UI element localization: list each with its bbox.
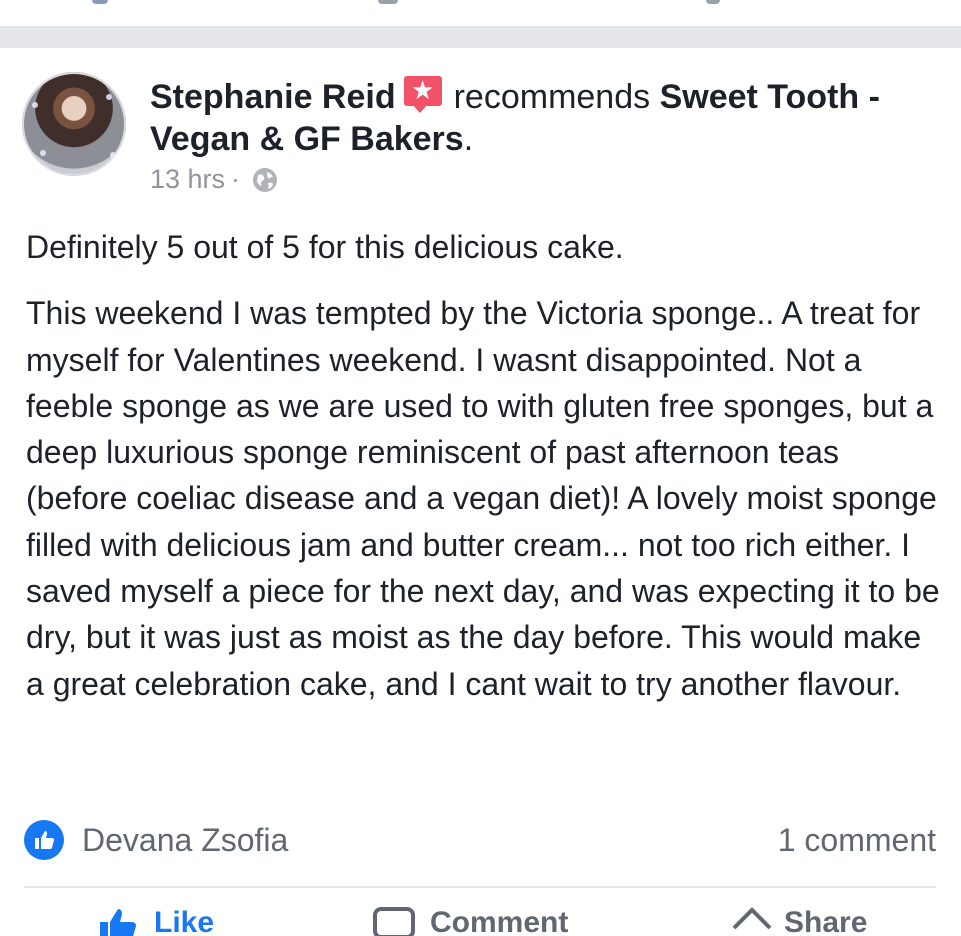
thumbs-up-icon <box>100 909 136 936</box>
post-header: Stephanie Reid ★ recommends Sweet Tooth - … <box>150 76 880 158</box>
recommend-badge-icon: ★ <box>403 76 442 113</box>
post-body: Definitely 5 out of 5 for this delicious… <box>26 224 946 707</box>
post-meta: 13 hrs · <box>150 164 278 195</box>
author-name[interactable]: Stephanie Reid <box>150 78 396 116</box>
post-paragraph: Definitely 5 out of 5 for this delicious… <box>26 229 624 265</box>
like-button[interactable]: Like <box>96 906 214 936</box>
comment-button[interactable]: Comment <box>372 906 568 936</box>
feed-separator <box>0 26 961 48</box>
share-icon <box>732 907 772 930</box>
meta-separator: · <box>231 164 241 194</box>
actions-divider <box>24 886 936 888</box>
comment-icon <box>373 907 415 936</box>
previous-comment-icon-fragment <box>378 0 398 4</box>
action-bar: Like Comment Share <box>0 906 961 936</box>
post-paragraph: This weekend I was tempted by the Victor… <box>26 295 940 702</box>
like-label: Like <box>154 906 215 936</box>
share-button[interactable]: Share <box>730 906 867 936</box>
previous-post-action-bar <box>0 0 961 26</box>
globe-icon <box>253 167 278 192</box>
comment-label: Comment <box>430 906 569 936</box>
previous-like-icon-fragment <box>92 0 108 4</box>
comment-count[interactable]: 1 comment <box>778 820 936 860</box>
recommendation-post: Stephanie Reid ★ recommends Sweet Tooth - … <box>0 48 961 936</box>
avatar-sparkle <box>32 102 38 108</box>
recommends-verb: recommends <box>453 78 651 116</box>
avatar-sparkle <box>110 152 116 158</box>
previous-share-icon-fragment <box>706 0 720 4</box>
avatar-sparkle <box>40 150 46 156</box>
share-label: Share <box>784 906 868 936</box>
avatar[interactable] <box>22 72 126 176</box>
like-icon[interactable] <box>24 820 64 860</box>
timestamp[interactable]: 13 hrs <box>150 164 225 195</box>
reactor-name[interactable]: Devana Zsofia <box>82 820 288 860</box>
reactions-bar: Devana Zsofia 1 comment <box>24 820 936 860</box>
avatar-sparkle <box>106 94 112 100</box>
